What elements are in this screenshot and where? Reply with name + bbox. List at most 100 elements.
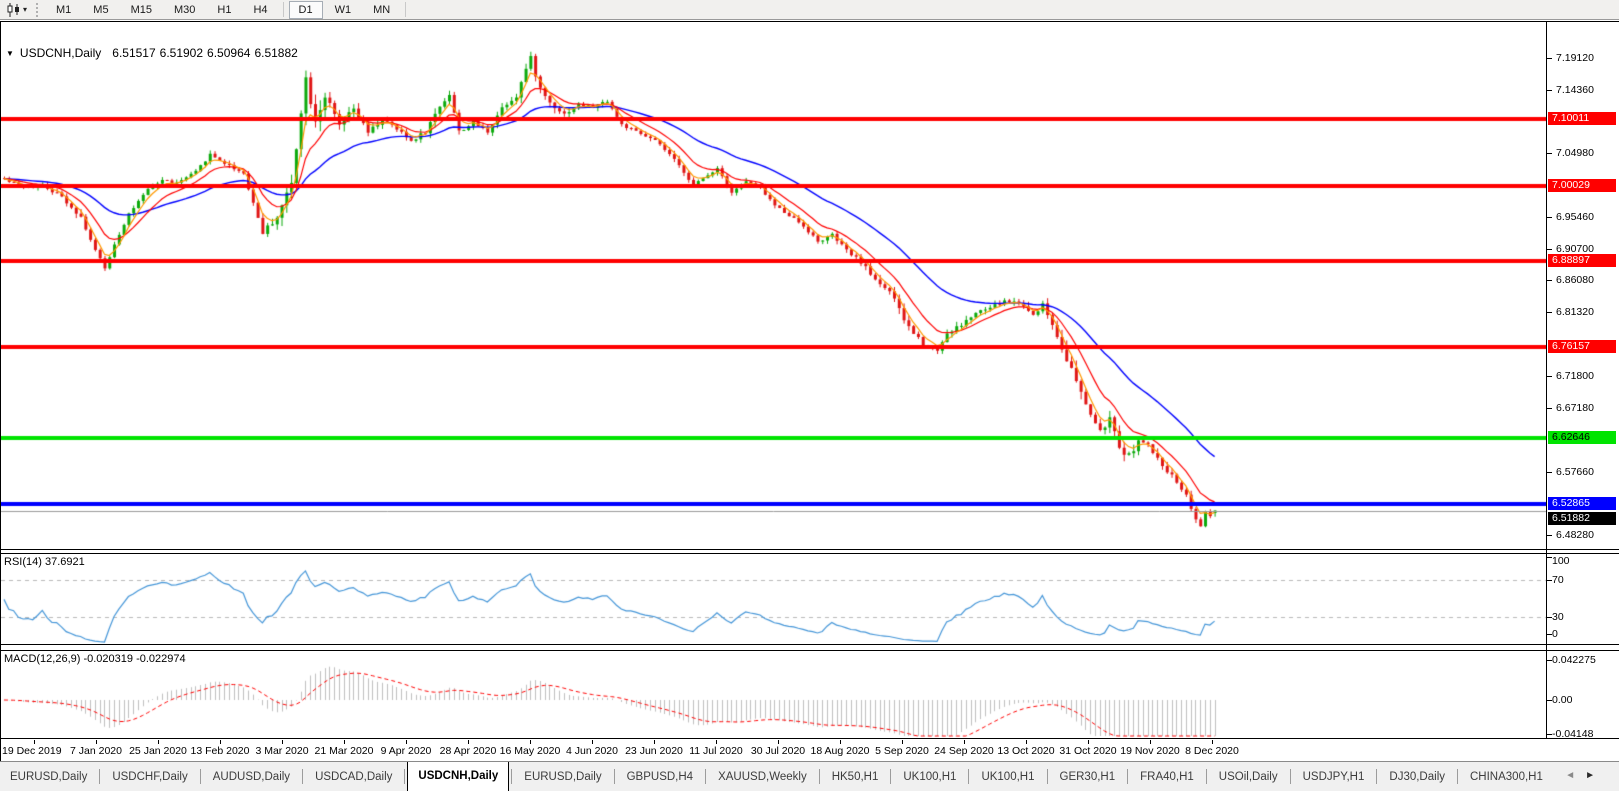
date-axis-tick [530, 740, 531, 744]
tab-scroll-buttons: ◄ ► [1565, 768, 1595, 784]
main-chart-canvas[interactable] [1, 22, 1546, 549]
price-axis-tick [1547, 471, 1552, 473]
date-axis-label: 8 Dec 2020 [1185, 745, 1239, 757]
timeframe-m15[interactable]: M15 [121, 1, 162, 19]
date-axis-label: 13 Feb 2020 [190, 745, 250, 757]
price-axis-tick [1547, 58, 1552, 59]
date-axis-tick [1026, 740, 1027, 744]
price-axis-label: 7.04980 [1556, 147, 1594, 160]
date-axis-tick [592, 740, 593, 744]
timeframe-m1[interactable]: M1 [46, 1, 81, 19]
chart-tab-ger30[interactable]: GER30,H1 [1050, 763, 1126, 791]
date-axis-label: 13 Oct 2020 [997, 745, 1055, 757]
macd-panel-canvas[interactable] [1, 651, 1546, 738]
date-axis-label: 28 Apr 2020 [439, 745, 497, 757]
price-line-badge: 6.62646 [1548, 431, 1616, 445]
price-axis-tick [1547, 217, 1552, 219]
price-axis-label: 6.48280 [1556, 528, 1594, 541]
timeframe-mn[interactable]: MN [363, 1, 400, 19]
timeframe-d1[interactable]: D1 [288, 0, 323, 19]
chart-collapse-icon[interactable]: ▼ [6, 49, 14, 58]
price-axis-tick [1547, 407, 1552, 409]
chart-tool-dropdown-caret[interactable]: ▾ [23, 5, 31, 14]
macd-label: MACD(12,26,9) -0.020319 -0.022974 [4, 653, 186, 665]
rsi-axis-label: 100 [1552, 555, 1570, 567]
price-axis-label: 6.95460 [1556, 211, 1594, 224]
mt4-window: ▾ M1 M5 M15 M30 H1 H4 D1 W1 MN ▼ USDCNH,Daily 6.… [0, 0, 1619, 791]
macd-panel-bottom-border [0, 738, 1619, 739]
price-axis-tick [1547, 90, 1552, 92]
date-axis-tick [468, 740, 469, 744]
rsi-axis-label: 70 [1552, 573, 1564, 586]
timeframe-h1[interactable]: H1 [207, 1, 241, 19]
tab-separator [1046, 769, 1048, 784]
date-axis-label: 23 Jun 2020 [625, 745, 683, 757]
price-axis-label: 6.57660 [1556, 465, 1594, 478]
chart-tab-uk100[interactable]: UK100,H1 [893, 763, 966, 791]
date-axis-label: 9 Apr 2020 [380, 745, 432, 757]
chart-tab-gbpusd[interactable]: GBPUSD,H4 [617, 763, 703, 791]
timeframe-w1[interactable]: W1 [325, 1, 362, 19]
date-axis-tick [1150, 740, 1151, 744]
macd-axis-label: 0.042275 [1552, 653, 1596, 666]
tab-scroll-left-icon[interactable]: ◄ [1565, 768, 1575, 784]
price-axis-label: 6.86080 [1556, 274, 1594, 287]
chart-tab-xauusd[interactable]: XAUUSD,Weekly [708, 763, 817, 791]
chart-tab-dj30[interactable]: DJ30,Daily [1379, 763, 1455, 791]
date-axis-tick [158, 740, 159, 744]
rsi-panel-canvas[interactable] [1, 554, 1546, 644]
chart-tab-audusd[interactable]: AUDUSD,Daily [203, 763, 300, 791]
chart-tab-usoil[interactable]: USOil,Daily [1209, 763, 1288, 791]
date-axis-tick [96, 740, 97, 744]
chart-tab-fra40[interactable]: FRA40,H1 [1130, 763, 1204, 791]
macd-panel-top-border[interactable] [0, 650, 1619, 651]
date-axis-label: 21 Mar 2020 [314, 745, 374, 757]
chart-symbol: USDCNH,Daily [19, 46, 102, 60]
chart-tab-eurusd[interactable]: EURUSD,Daily [0, 763, 97, 791]
chart-tab-usdchf[interactable]: USDCHF,Daily [102, 763, 197, 791]
toolbar-separator [405, 2, 407, 17]
macd-axis-label: -0.04148 [1552, 728, 1594, 740]
price-axis-separator [1546, 21, 1547, 739]
chart-tab-usdcnh-active[interactable]: USDCNH,Daily [407, 762, 510, 791]
chart-window: ▼ USDCNH,Daily 6.51517 6.51902 6.50964 6… [0, 21, 1619, 761]
tab-separator [968, 769, 970, 784]
date-axis-tick [902, 740, 903, 744]
main-panel-bottom-border[interactable] [0, 549, 1619, 550]
date-axis-tick [282, 740, 283, 744]
chart-tab-china300[interactable]: CHINA300,H1 [1460, 763, 1545, 791]
chart-tab-usdcad[interactable]: USDCAD,Daily [305, 763, 402, 791]
rsi-panel-bottom-border[interactable] [0, 644, 1619, 645]
chart-tab-eurusd[interactable]: EURUSD,Daily [514, 763, 611, 791]
price-axis-tick [1547, 153, 1552, 155]
timeframe-h4[interactable]: H4 [243, 1, 277, 19]
chart-tab-uk100[interactable]: UK100,H1 [971, 763, 1044, 791]
rsi-axis-label: 0 [1552, 628, 1558, 640]
tab-separator [1376, 769, 1378, 784]
tab-separator [199, 769, 201, 784]
timeframe-m5[interactable]: M5 [83, 1, 118, 19]
chart-tab-hk50[interactable]: HK50,H1 [822, 763, 889, 791]
chart-left-border [0, 21, 1, 761]
price-axis-tick [1547, 280, 1552, 282]
timeframe-m30[interactable]: M30 [164, 1, 205, 19]
chart-tool-icon[interactable] [3, 2, 23, 18]
ohlc-close: 6.51882 [254, 46, 298, 60]
date-axis-label: 7 Jan 2020 [70, 745, 122, 757]
date-axis-label: 25 Jan 2020 [129, 745, 187, 757]
date-axis-tick [964, 740, 965, 744]
date-axis-tick [716, 740, 717, 744]
date-axis-label: 24 Sep 2020 [934, 745, 994, 757]
date-axis-tick [344, 740, 345, 744]
price-axis-label: 6.81320 [1556, 306, 1594, 319]
price-line-badge: 6.88897 [1548, 254, 1616, 268]
tab-separator [302, 769, 304, 784]
tab-scroll-right-icon[interactable]: ► [1585, 768, 1595, 784]
price-axis-label: 6.71800 [1556, 370, 1594, 383]
chart-tab-bar: EURUSD,Daily USDCHF,Daily AUDUSD,Daily USDC… [0, 761, 1619, 791]
chart-tab-usdjpy[interactable]: USDJPY,H1 [1293, 763, 1375, 791]
date-axis-tick [840, 740, 841, 744]
price-axis-label: 7.19120 [1556, 52, 1594, 64]
rsi-panel-top-border[interactable] [0, 553, 1619, 554]
rsi-label: RSI(14) 37.6921 [4, 556, 85, 568]
